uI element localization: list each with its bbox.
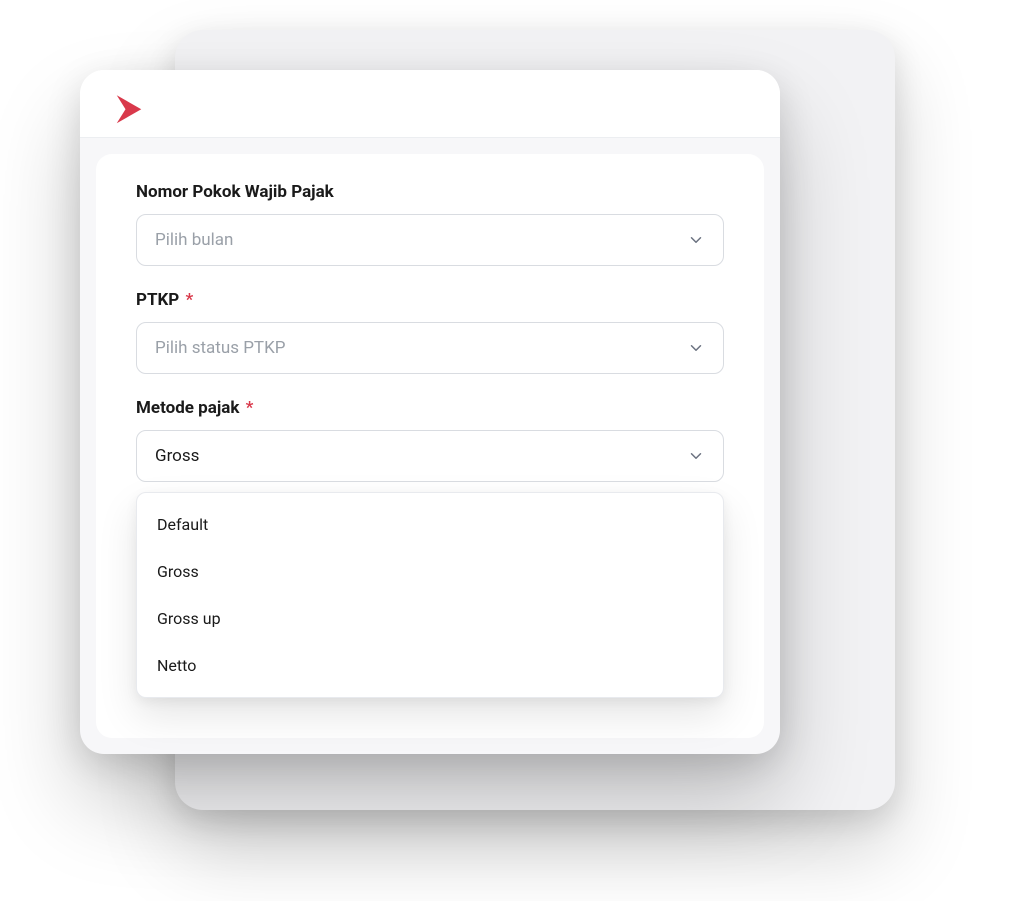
npwp-label-text: Nomor Pokok Wajib Pajak [136,182,334,202]
brand-logo-icon [108,90,150,132]
ptkp-label: PTKP * [136,290,724,310]
field-npwp: Nomor Pokok Wajib Pajak Pilih bulan [136,182,724,266]
metode-pajak-label: Metode pajak * [136,398,724,418]
chevron-down-icon [687,339,705,357]
npwp-label: Nomor Pokok Wajib Pajak [136,182,724,202]
dropdown-option-grossup[interactable]: Gross up [137,595,723,642]
dropdown-option-netto[interactable]: Netto [137,642,723,689]
npwp-select[interactable]: Pilih bulan [136,214,724,266]
ptkp-label-text: PTKP [136,290,179,310]
card-header [80,70,780,138]
card-body: Nomor Pokok Wajib Pajak Pilih bulan PTKP… [96,154,764,738]
npwp-placeholder: Pilih bulan [155,230,233,250]
chevron-down-icon [687,447,705,465]
chevron-down-icon [687,231,705,249]
ptkp-placeholder: Pilih status PTKP [155,338,285,358]
form-card: Nomor Pokok Wajib Pajak Pilih bulan PTKP… [80,70,780,750]
dropdown-option-default[interactable]: Default [137,501,723,548]
required-marker: * [246,398,254,418]
required-marker: * [186,290,194,310]
metode-pajak-dropdown: Default Gross Gross up Netto [136,492,724,698]
ptkp-select[interactable]: Pilih status PTKP [136,322,724,374]
metode-pajak-label-text: Metode pajak [136,398,239,418]
metode-pajak-select[interactable]: Gross [136,430,724,482]
metode-pajak-value: Gross [155,446,199,466]
card-inner: Nomor Pokok Wajib Pajak Pilih bulan PTKP… [80,138,780,754]
dropdown-option-gross[interactable]: Gross [137,548,723,595]
field-ptkp: PTKP * Pilih status PTKP [136,290,724,374]
field-metode-pajak: Metode pajak * Gross Default Gross Gross… [136,398,724,698]
